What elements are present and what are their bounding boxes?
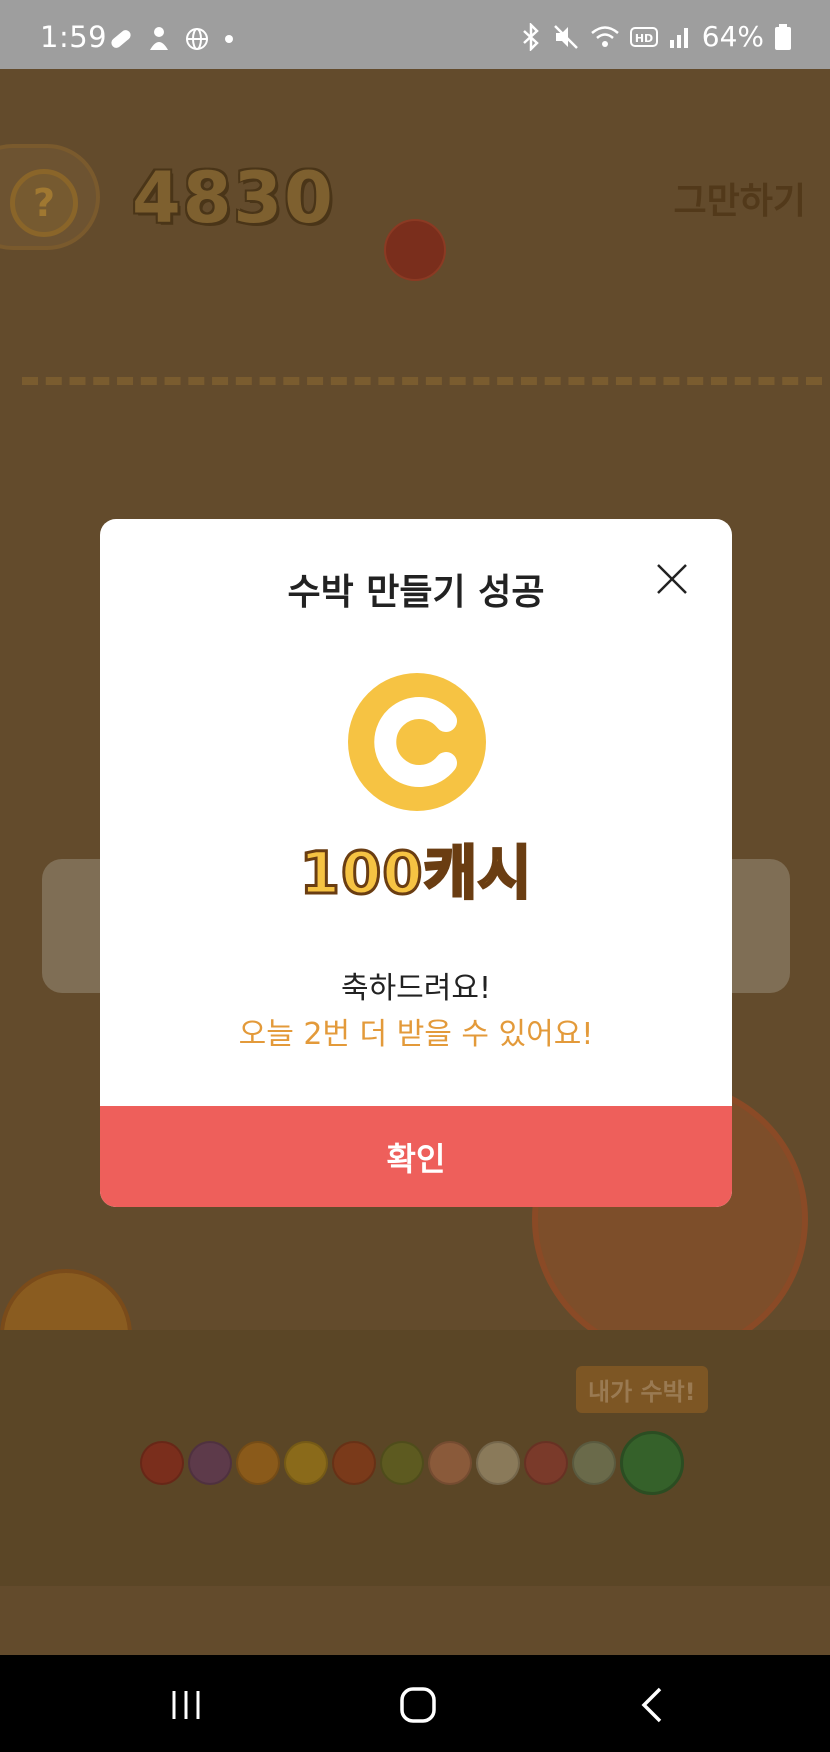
stop-button[interactable]: 그만하기 [674, 172, 806, 224]
close-icon[interactable] [652, 559, 692, 599]
progress-fruit-1 [140, 1441, 184, 1485]
status-right: HD 64% [520, 20, 792, 53]
congrats-text: 축하드려요! [340, 971, 492, 1006]
progress-fruit-10 [572, 1441, 616, 1485]
status-time: 1:59 [40, 20, 108, 54]
recent-apps-icon[interactable] [166, 1685, 206, 1725]
progress-fruit-6 [380, 1441, 424, 1485]
globe-icon [186, 28, 208, 50]
progress-fruit-9 [524, 1441, 568, 1485]
drop-fruit[interactable] [384, 219, 446, 281]
reward-modal: 수박 만들기 성공 100캐시 축하드려요! 오늘 2번 더 받을 수 있어요!… [100, 519, 732, 1207]
progress-fruit-8 [476, 1441, 520, 1485]
score-display: 4830 [132, 157, 335, 239]
confirm-button[interactable]: 확인 [100, 1106, 732, 1207]
progress-fruit-3 [236, 1441, 280, 1485]
hd-icon: HD [629, 26, 658, 47]
battery-percent: 64% [701, 20, 764, 53]
dot-icon [225, 35, 233, 43]
progress-fruit-7 [428, 1441, 472, 1485]
battery-icon [775, 23, 791, 50]
mute-icon [553, 24, 578, 49]
progress-fruit-4 [284, 1441, 328, 1485]
me-label: 내가 수박! [576, 1366, 708, 1413]
signal-icon [669, 27, 688, 48]
remaining-text: 오늘 2번 더 받을 수 있어요! [238, 1017, 594, 1052]
status-left-icons [108, 26, 234, 52]
person-icon [150, 27, 168, 50]
help-button[interactable]: ? [10, 169, 78, 237]
pill-icon [111, 30, 131, 48]
coin-icon [348, 673, 486, 811]
progress-fruit-2 [188, 1441, 232, 1485]
progress-fruit-5 [332, 1441, 376, 1485]
home-icon[interactable] [398, 1685, 438, 1725]
svg-text:HD: HD [635, 32, 653, 45]
reward-amount: 100캐시 [298, 838, 533, 909]
bluetooth-icon [522, 22, 539, 51]
navigation-bar [0, 1655, 830, 1752]
progress-watermelon [620, 1431, 684, 1495]
status-bar: 1:59 HD 64% [0, 0, 830, 69]
wifi-icon [590, 25, 619, 47]
back-icon[interactable] [632, 1685, 672, 1725]
modal-title: 수박 만들기 성공 [287, 572, 545, 613]
limit-line [22, 377, 822, 385]
fruit-progress-row [140, 1431, 684, 1495]
